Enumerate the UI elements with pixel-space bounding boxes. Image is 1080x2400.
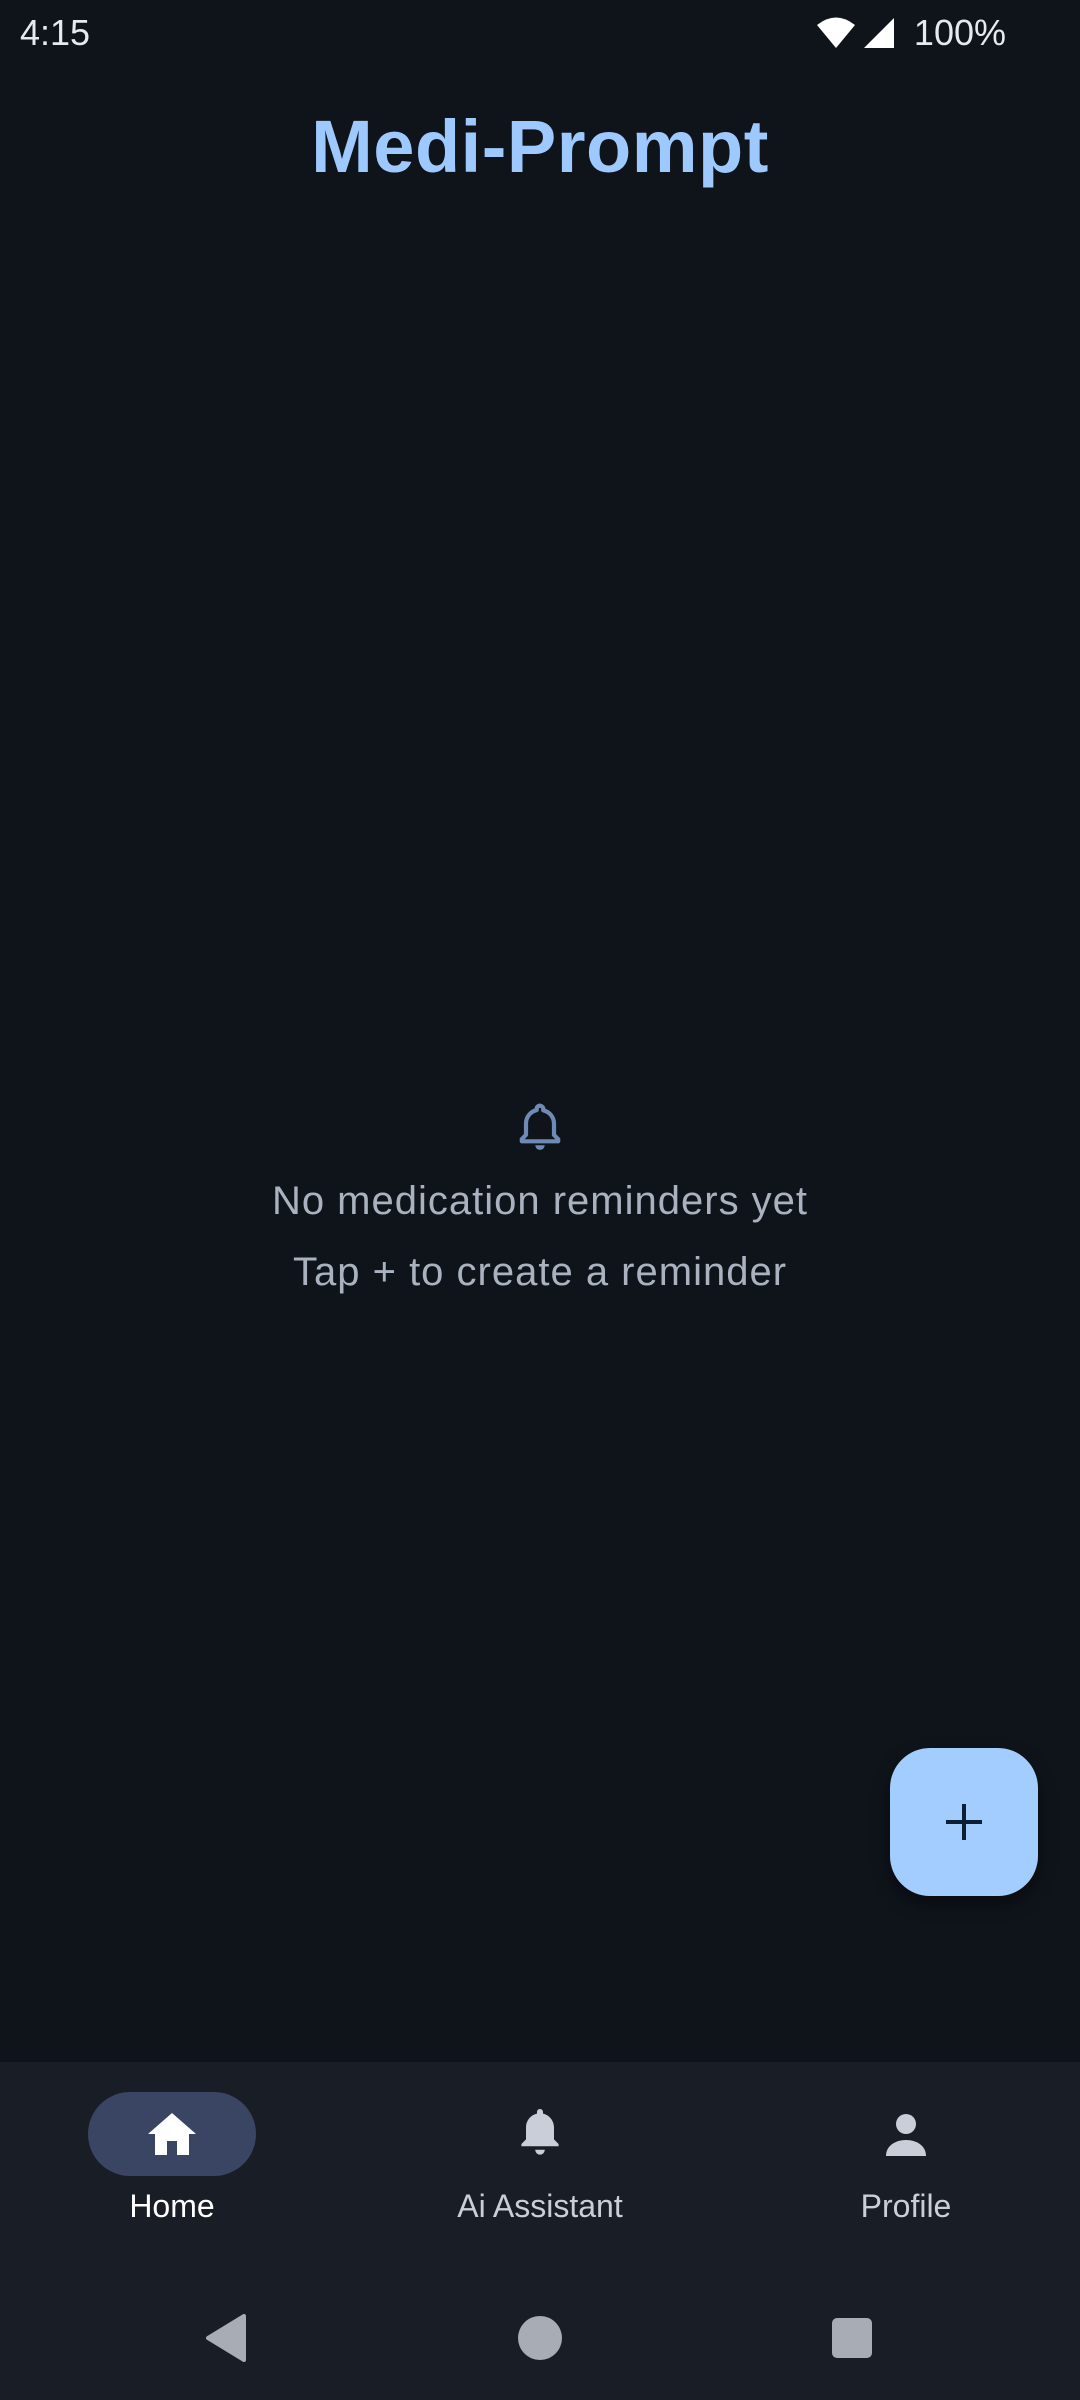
wifi-icon: [816, 17, 855, 48]
person-icon: [886, 2114, 926, 2156]
nav-icon-container: [822, 2092, 990, 2176]
nav-item-ai-assistant[interactable]: Ai Assistant: [390, 2092, 690, 2225]
status-right: 100%: [816, 12, 1006, 54]
nav-label-ai-assistant: Ai Assistant: [457, 2188, 623, 2224]
home-button[interactable]: [510, 2308, 570, 2368]
bell-icon: [519, 1103, 561, 1150]
status-bar: 4:15 100%: [0, 0, 1080, 64]
empty-title: No medication reminders yet: [271, 1179, 809, 1223]
empty-hint: Tap + to create a reminder: [292, 1250, 788, 1294]
home-circle-icon: [518, 2316, 562, 2360]
plus-icon: [946, 1804, 982, 1840]
home-icon: [148, 2113, 196, 2155]
recents-icon: [832, 2318, 872, 2358]
status-time: 4:15: [20, 12, 91, 53]
bottom-navigation: Home Ai Assistant Profile: [0, 2062, 1080, 2270]
nav-item-home[interactable]: Home: [22, 2092, 322, 2225]
bell-icon: [521, 2109, 559, 2155]
signal-icon: [863, 18, 894, 48]
back-icon: [206, 2314, 246, 2362]
empty-state: No medication reminders yet Tap + to cre…: [0, 1100, 1080, 1295]
back-button[interactable]: [196, 2308, 256, 2368]
nav-label-profile: Profile: [860, 2188, 952, 2224]
app-title: Medi-Prompt: [311, 105, 769, 188]
recents-button[interactable]: [822, 2308, 882, 2368]
status-icons: [816, 16, 896, 50]
battery-percent: 100%: [913, 12, 1006, 53]
nav-item-profile[interactable]: Profile: [756, 2092, 1056, 2225]
nav-icon-container: [456, 2092, 624, 2176]
system-navigation-bar: [0, 2270, 1080, 2400]
nav-active-indicator: [88, 2092, 256, 2176]
nav-label-home: Home: [129, 2188, 215, 2224]
add-reminder-button[interactable]: [890, 1748, 1038, 1896]
